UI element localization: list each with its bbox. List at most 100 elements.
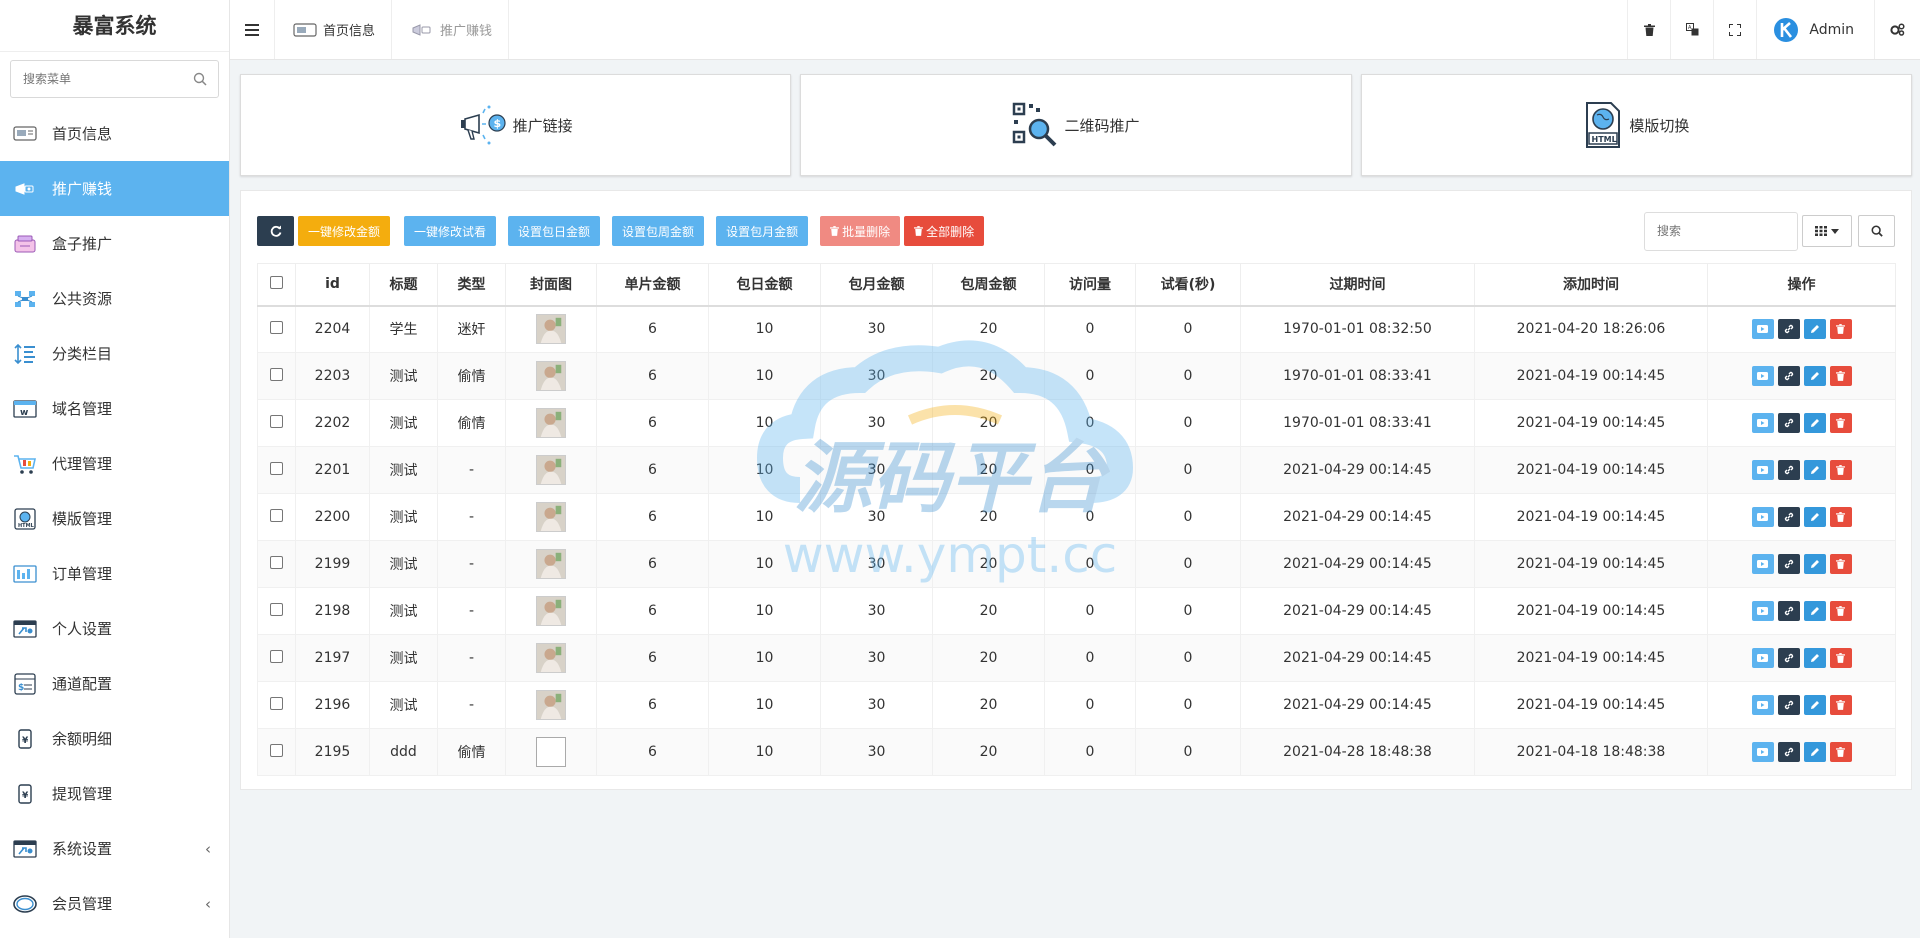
sidebar-item-box[interactable]: 盒子推广 — [0, 216, 229, 271]
col-month[interactable]: 包月金额 — [820, 263, 933, 307]
cover-thumbnail[interactable] — [536, 408, 566, 438]
copy-link-button[interactable] — [1777, 648, 1800, 668]
preview-button[interactable] — [1751, 366, 1774, 386]
set-month-amount-button[interactable]: 设置包月金额 — [716, 216, 809, 246]
delete-button[interactable] — [1829, 460, 1852, 480]
edit-button[interactable] — [1803, 601, 1826, 621]
menu-search[interactable] — [10, 60, 219, 98]
search-icon[interactable] — [193, 72, 207, 86]
delete-button[interactable] — [1829, 319, 1852, 340]
sidebar-item-domain[interactable]: w 域名管理 — [0, 381, 229, 436]
col-visits[interactable]: 访问量 — [1044, 263, 1136, 307]
copy-link-button[interactable] — [1777, 413, 1800, 433]
card-qrcode[interactable]: 二维码推广 — [800, 74, 1352, 176]
fullscreen-button[interactable] — [1713, 0, 1756, 59]
language-button[interactable]: A — [1670, 0, 1713, 59]
preview-button[interactable] — [1751, 460, 1774, 480]
col-title[interactable]: 标题 — [369, 263, 438, 307]
col-week[interactable]: 包周金额 — [932, 263, 1045, 307]
col-day[interactable]: 包日金额 — [708, 263, 821, 307]
row-checkbox[interactable] — [270, 508, 283, 522]
batch-delete-button[interactable]: 批量删除 — [820, 216, 901, 246]
copy-link-button[interactable] — [1777, 554, 1800, 574]
set-week-amount-button[interactable]: 设置包周金额 — [612, 216, 705, 246]
preview-button[interactable] — [1751, 507, 1774, 527]
row-checkbox[interactable] — [270, 367, 283, 381]
sidebar-item-profile[interactable]: 个人设置 — [0, 601, 229, 656]
preview-button[interactable] — [1751, 601, 1774, 621]
user-menu[interactable]: Admin — [1756, 0, 1874, 59]
delete-button[interactable] — [1829, 695, 1852, 715]
preview-button[interactable] — [1751, 413, 1774, 433]
preview-button[interactable] — [1751, 554, 1774, 574]
sidebar-item-balance[interactable]: ¥ 余额明细 — [0, 711, 229, 766]
cover-thumbnail[interactable] — [536, 455, 566, 485]
edit-button[interactable] — [1803, 695, 1826, 715]
delete-button[interactable] — [1829, 742, 1852, 762]
chevron-left-icon[interactable]: ‹ — [205, 840, 211, 858]
delete-all-button[interactable]: 全部删除 — [904, 216, 985, 246]
broken-image-icon[interactable] — [536, 737, 566, 767]
sidebar-item-promote[interactable]: 推广赚钱 — [0, 161, 229, 216]
row-checkbox[interactable] — [270, 743, 283, 757]
col-added[interactable]: 添加时间 — [1474, 263, 1708, 307]
cover-thumbnail[interactable] — [536, 361, 566, 391]
settings-button[interactable] — [1874, 0, 1920, 59]
delete-button[interactable] — [1829, 601, 1852, 621]
card-template-switch[interactable]: HTML 模版切换 — [1360, 74, 1912, 176]
sidebar-item-orders[interactable]: 订单管理 — [0, 546, 229, 601]
sidebar-item-system[interactable]: 系统设置 ‹ — [0, 821, 229, 876]
copy-link-button[interactable] — [1777, 366, 1800, 386]
batch-edit-trial-button[interactable]: 一键修改试看 — [404, 216, 497, 246]
col-single[interactable]: 单片金额 — [596, 263, 709, 307]
set-day-amount-button[interactable]: 设置包日金额 — [508, 216, 601, 246]
cover-thumbnail[interactable] — [536, 643, 566, 673]
row-checkbox[interactable] — [270, 320, 283, 334]
edit-button[interactable] — [1803, 507, 1826, 527]
delete-button[interactable] — [1829, 413, 1852, 433]
edit-button[interactable] — [1803, 648, 1826, 668]
refresh-button[interactable] — [257, 216, 294, 246]
edit-button[interactable] — [1803, 413, 1826, 433]
col-expire[interactable]: 过期时间 — [1240, 263, 1475, 307]
select-all-checkbox[interactable] — [270, 275, 283, 289]
edit-button[interactable] — [1803, 554, 1826, 574]
preview-button[interactable] — [1751, 319, 1774, 340]
menu-search-input[interactable] — [11, 61, 218, 97]
sidebar-item-withdraw[interactable]: ¥ 提现管理 — [0, 766, 229, 821]
row-checkbox[interactable] — [270, 649, 283, 663]
menu-toggle-icon[interactable] — [230, 0, 274, 59]
cover-thumbnail[interactable] — [536, 549, 566, 579]
sidebar-item-members[interactable]: 会员管理 ‹ — [0, 876, 229, 931]
chevron-left-icon[interactable]: ‹ — [205, 895, 211, 913]
sidebar-item-template[interactable]: HTML 模版管理 — [0, 491, 229, 546]
cover-thumbnail[interactable] — [536, 502, 566, 532]
search-button[interactable] — [1858, 215, 1895, 247]
row-checkbox[interactable] — [270, 461, 283, 475]
clear-cache-button[interactable] — [1627, 0, 1670, 59]
sidebar-item-agent[interactable]: 代理管理 — [0, 436, 229, 491]
col-cover[interactable]: 封面图 — [505, 263, 597, 307]
sidebar-item-home[interactable]: 首页信息 — [0, 106, 229, 161]
preview-button[interactable] — [1751, 648, 1774, 668]
edit-button[interactable] — [1803, 460, 1826, 480]
cover-thumbnail[interactable] — [536, 596, 566, 626]
cover-thumbnail[interactable] — [536, 690, 566, 720]
tab-home[interactable]: 首页信息 — [274, 0, 391, 59]
col-id[interactable]: id — [295, 263, 370, 307]
sidebar-item-resources[interactable]: 公共资源 — [0, 271, 229, 326]
table-search-input[interactable] — [1644, 211, 1798, 251]
preview-button[interactable] — [1751, 742, 1774, 762]
edit-button[interactable] — [1803, 366, 1826, 386]
delete-button[interactable] — [1829, 507, 1852, 527]
delete-button[interactable] — [1829, 648, 1852, 668]
row-checkbox[interactable] — [270, 414, 283, 428]
copy-link-button[interactable] — [1777, 460, 1800, 480]
batch-edit-amount-button[interactable]: 一键修改金额 — [298, 216, 391, 246]
col-trial[interactable]: 试看(秒) — [1135, 263, 1241, 307]
row-checkbox[interactable] — [270, 555, 283, 569]
copy-link-button[interactable] — [1777, 742, 1800, 762]
sidebar-item-channel[interactable]: $ 通道配置 — [0, 656, 229, 711]
copy-link-button[interactable] — [1777, 695, 1800, 715]
preview-button[interactable] — [1751, 695, 1774, 715]
